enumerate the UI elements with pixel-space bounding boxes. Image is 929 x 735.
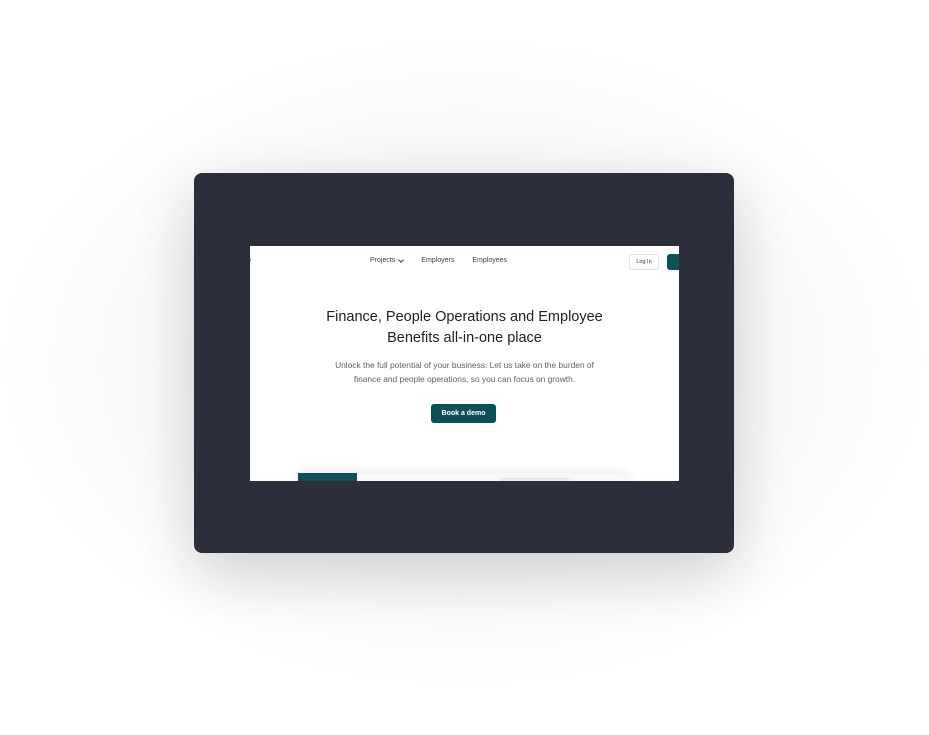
nav-item-employees[interactable]: Employees xyxy=(472,257,507,264)
hero-title-line-2: Benefits all-in-one place xyxy=(387,329,542,346)
nav-item-employers-label: Employers xyxy=(421,257,455,264)
chevron-down-icon xyxy=(398,256,405,263)
dashboard-preview xyxy=(298,473,629,481)
nav-item-employees-label: Employees xyxy=(472,257,508,264)
book-demo-button[interactable]: Book a demo xyxy=(431,404,496,423)
main-nav: Projects Employers Employees xyxy=(370,256,507,264)
hero-subtitle: Unlock the full potential of your busine… xyxy=(250,358,679,386)
hero-subtitle-line-1: Unlock the full potential of your busine… xyxy=(335,360,594,370)
device-frame: y Projects Employers Employees Log In Fi… xyxy=(194,173,734,553)
dashboard-preview-sidebar xyxy=(298,473,357,481)
nav-item-projects[interactable]: Projects xyxy=(370,256,405,264)
header-cta-button[interactable] xyxy=(667,254,679,270)
hero-title-line-1: Finance, People Operations and Employee xyxy=(326,309,603,325)
website-viewport[interactable]: y Projects Employers Employees Log In Fi… xyxy=(250,246,679,481)
dashboard-preview-bar xyxy=(501,478,569,481)
nav-item-projects-label: Projects xyxy=(370,257,396,264)
hero-title: Finance, People Operations and Employee … xyxy=(250,307,679,348)
hero-subtitle-line-2: finance and people operations, so you ca… xyxy=(353,374,576,384)
nav-item-employers[interactable]: Employers xyxy=(421,257,454,264)
login-button[interactable]: Log In xyxy=(629,254,659,270)
site-logo-fragment[interactable]: y xyxy=(250,257,252,264)
stage-background: y Projects Employers Employees Log In Fi… xyxy=(0,0,929,735)
